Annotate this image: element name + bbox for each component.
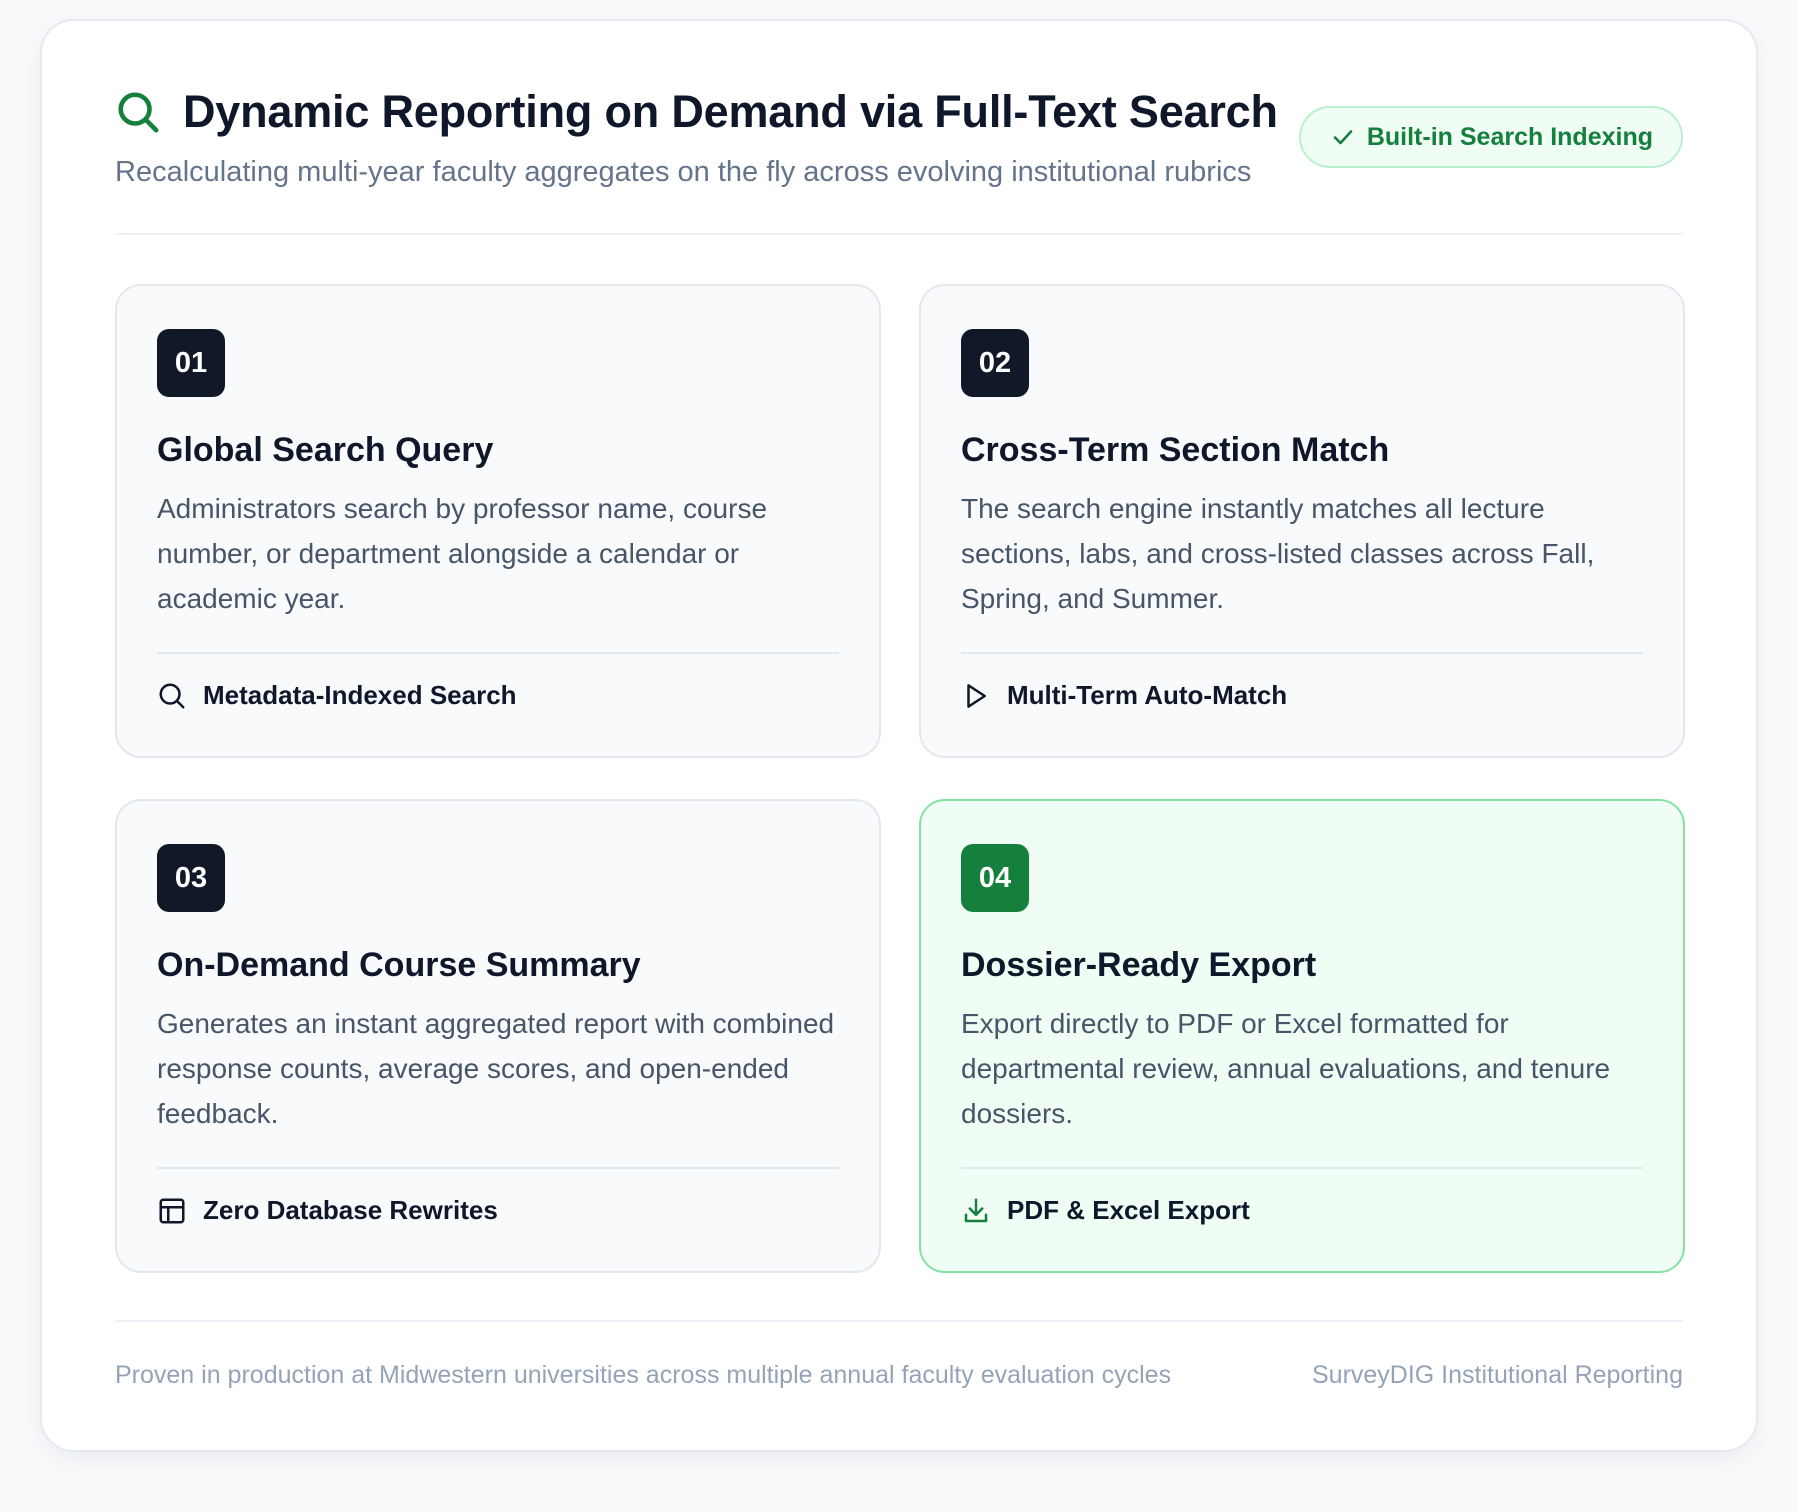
footer-brand: SurveyDIG Institutional Reporting bbox=[1311, 1361, 1683, 1389]
footer-divider bbox=[115, 1320, 1683, 1322]
step-number: 01 bbox=[157, 329, 225, 397]
step-title: Global Search Query bbox=[157, 431, 494, 469]
step-number: 03 bbox=[157, 844, 225, 912]
step-feature-label: Multi-Term Auto-Match bbox=[1007, 680, 1288, 710]
play-icon bbox=[967, 683, 986, 708]
search-icon bbox=[159, 683, 185, 708]
page-title: Dynamic Reporting on Demand via Full-Tex… bbox=[183, 86, 1278, 137]
step-card-1: 01 Global Search Query Administrators se… bbox=[115, 284, 881, 758]
steps-grid: 01 Global Search Query Administrators se… bbox=[115, 284, 1685, 1294]
footer-note: Proven in production at Midwestern unive… bbox=[115, 1361, 1172, 1389]
step-description: Administrators search by professor name,… bbox=[157, 493, 768, 614]
search-icon bbox=[118, 92, 159, 133]
download-icon bbox=[964, 1198, 988, 1222]
step-feature: PDF & Excel Export bbox=[961, 1167, 1643, 1226]
step-card-3: 03 On-Demand Course Summary Generates an… bbox=[115, 799, 881, 1273]
step-feature: Zero Database Rewrites bbox=[157, 1167, 839, 1226]
step-feature: Multi-Term Auto-Match bbox=[961, 652, 1643, 711]
check-icon bbox=[1333, 130, 1353, 145]
badge-label: Built-in Search Indexing bbox=[1366, 122, 1653, 151]
status-badge: Built-in Search Indexing bbox=[1298, 106, 1683, 168]
header-divider bbox=[115, 233, 1683, 235]
step-description: Generates an instant aggregated report w… bbox=[157, 1008, 835, 1129]
step-title: On-Demand Course Summary bbox=[157, 946, 641, 984]
step-title: Dossier-Ready Export bbox=[961, 946, 1317, 984]
footer: Proven in production at Midwestern unive… bbox=[115, 1361, 1683, 1390]
step-title: Cross-Term Section Match bbox=[961, 431, 1390, 469]
step-feature-label: Zero Database Rewrites bbox=[203, 1195, 498, 1225]
step-feature-label: Metadata-Indexed Search bbox=[203, 680, 517, 710]
step-number: 04 bbox=[961, 844, 1029, 912]
step-card-2: 02 Cross-Term Section Match The search e… bbox=[919, 284, 1685, 758]
step-feature-label: PDF & Excel Export bbox=[1007, 1195, 1250, 1225]
step-description: The search engine instantly matches all … bbox=[961, 493, 1595, 614]
step-number: 02 bbox=[961, 329, 1029, 397]
feature-card: Dynamic Reporting on Demand via Full-Tex… bbox=[40, 19, 1758, 1452]
layout-icon bbox=[159, 1198, 185, 1223]
step-description: Export directly to PDF or Excel formatte… bbox=[961, 1008, 1611, 1129]
step-card-4: 04 Dossier-Ready Export Export directly … bbox=[919, 799, 1685, 1273]
step-feature: Metadata-Indexed Search bbox=[157, 652, 839, 711]
header: Dynamic Reporting on Demand via Full-Tex… bbox=[115, 86, 1683, 189]
